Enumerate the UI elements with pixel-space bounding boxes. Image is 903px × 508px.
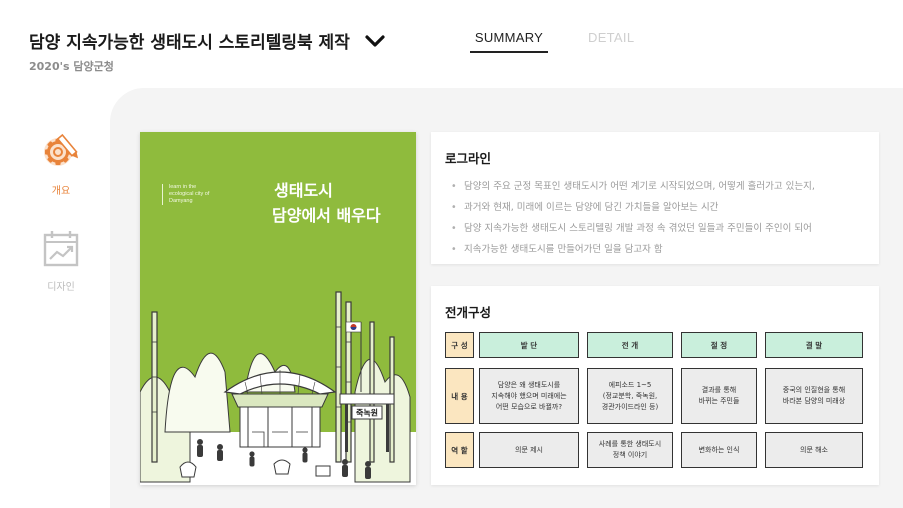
gear-pencil-icon: [44, 133, 79, 166]
list-item: 담양의 주요 군정 목표인 생태도시가 어떤 계기로 시작되었으며, 어떻게 흘…: [451, 176, 871, 197]
logline-card: 로그라인 담양의 주요 군정 목표인 생태도시가 어떤 계기로 시작되었으며, …: [431, 132, 879, 264]
structure-card: 전개구성 구 성 내 용 역 할 발 단 전 개 절 정 결 말 담양은 왜 생…: [431, 286, 879, 485]
content-cell-ending: 중국의 인질현을 통해 바라본 담양의 미래상: [765, 368, 863, 424]
role-cell-ending: 의문 해소: [765, 432, 863, 468]
list-item: 지속가능한 생태도시를 만들어가던 일을 담고자 함: [451, 239, 871, 260]
role-cell-development: 사례를 통한 생태도시 정책 이야기: [587, 432, 673, 468]
chevron-down-icon[interactable]: [364, 33, 386, 49]
row-head-composition: 구 성: [445, 332, 474, 358]
tab-detail[interactable]: DETAIL: [588, 30, 634, 53]
row-head-content: 내 용: [445, 368, 474, 424]
content-cell-development: 에피소드 1~5 (정교분학, 죽녹원, 경관가이드라인 등): [587, 368, 673, 424]
structure-heading: 전개구성: [445, 305, 492, 320]
nav-item-design[interactable]: 디자인: [38, 226, 84, 293]
nav-item-overview[interactable]: 개요: [38, 130, 84, 197]
calendar-chart-icon: [43, 231, 79, 267]
cover-sign-text: 죽녹원: [356, 408, 378, 418]
role-cell-climax: 변화하는 인식: [681, 432, 757, 468]
cover-tagline: learn in the ecological city of Damyang: [162, 184, 222, 205]
row-head-role: 역 할: [445, 432, 474, 468]
cover-illustration: 죽녹원: [140, 291, 416, 485]
col-head-development: 전 개: [587, 332, 673, 358]
col-head-climax: 절 정: [681, 332, 757, 358]
logline-heading: 로그라인: [445, 151, 492, 166]
page-subtitle: 2020's 담양군청: [29, 60, 114, 73]
col-head-intro: 발 단: [479, 332, 579, 358]
logline-list: 담양의 주요 군정 목표인 생태도시가 어떤 계기로 시작되었으며, 어떻게 흘…: [451, 176, 871, 260]
content-cell-intro: 담양은 왜 생태도시를 지속해야 했으며 미래에는 어떤 모습으로 바뀔까?: [479, 368, 579, 424]
role-cell-intro: 의문 제시: [479, 432, 579, 468]
tab-summary[interactable]: SUMMARY: [470, 30, 548, 53]
content-cell-climax: 결과를 통해 바뀌는 주민들: [681, 368, 757, 424]
page-title[interactable]: 담양 지속가능한 생태도시 스토리텔링북 제작: [29, 28, 386, 53]
col-head-ending: 결 말: [765, 332, 863, 358]
page-title-text: 담양 지속가능한 생태도시 스토리텔링북 제작: [29, 33, 350, 53]
list-item: 과거와 현재, 미래에 이르는 담양에 담긴 가치들을 알아보는 시간: [451, 197, 871, 218]
list-item: 담양 지속가능한 생태도시 스토리텔링 개발 과정 속 겪었던 일들과 주민들이…: [451, 218, 871, 239]
tab-bar: SUMMARY DETAIL: [470, 30, 634, 53]
book-cover-image: learn in the ecological city of Damyang …: [140, 132, 416, 485]
nav-label-design: 디자인: [47, 282, 75, 293]
nav-label-overview: 개요: [51, 186, 71, 197]
cover-title: 생태도시 담양에서 배우다: [272, 181, 381, 225]
